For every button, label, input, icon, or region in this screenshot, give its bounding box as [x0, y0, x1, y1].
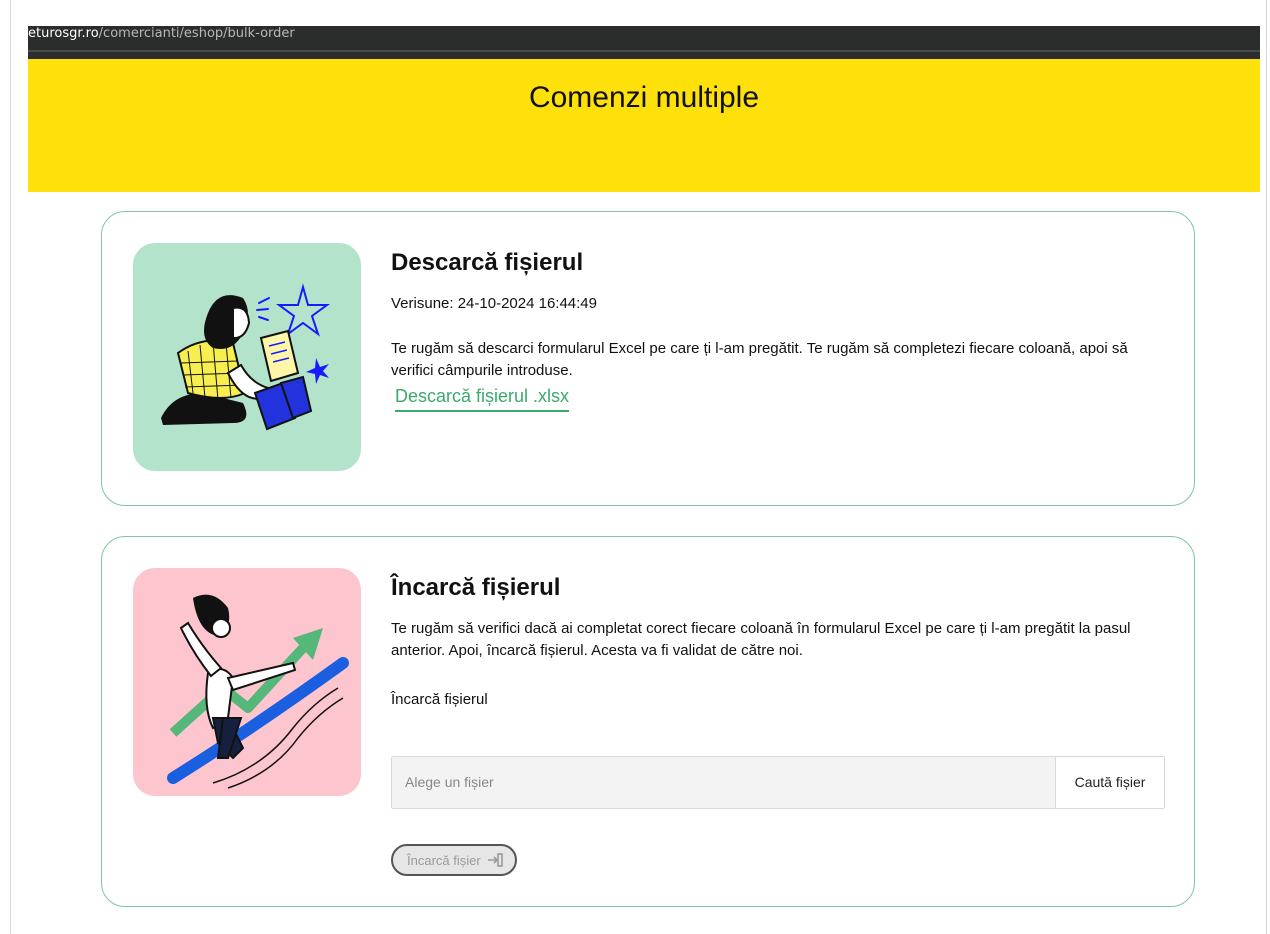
upload-field-label: Încarcă fișierul [391, 691, 488, 708]
version-text: Verisune: 24-10-2024 16:44:49 [391, 295, 597, 312]
window-edge-left [10, 0, 11, 934]
upload-arrow-icon [487, 853, 503, 867]
woman-surfing-chart-icon [167, 594, 349, 789]
download-description: Te rugăm să descarci formularul Excel pe… [391, 340, 1128, 379]
download-title: Descarcă fișierul [391, 249, 584, 276]
download-xlsx-link[interactable]: Descarcă fișierul .xlsx [395, 386, 570, 412]
download-card: Descarcă fișierul Verisune: 24-10-2024 1… [101, 211, 1195, 506]
upload-illustration [133, 568, 361, 796]
url-text[interactable]: eturosgr.ro/comercianti/eshop/bulk-order [28, 26, 295, 42]
upload-title: Încarcă fișierul [391, 574, 561, 601]
browse-file-button[interactable]: Caută fișier [1055, 756, 1165, 809]
page-title: Comenzi multiple [528, 81, 760, 114]
file-picker[interactable]: Alege un fișier Caută fișier [391, 756, 1165, 809]
upload-button-label: Încarcă fișier [407, 852, 481, 868]
file-name-input[interactable]: Alege un fișier [391, 756, 1055, 809]
upload-content: Încarcă fișierul Te rugăm să verifici da… [391, 574, 1165, 894]
window-edge-right [1266, 0, 1267, 934]
download-content: Descarcă fișierul Verisune: 24-10-2024 1… [391, 249, 1164, 412]
upload-card: Încarcă fișierul Te rugăm să verifici da… [101, 536, 1195, 907]
download-illustration [133, 243, 361, 471]
page-banner: Comenzi multiple [28, 59, 1260, 192]
upload-description: Te rugăm să verifici dacă ai completat c… [391, 620, 1131, 659]
woman-reading-document-icon [161, 283, 331, 431]
upload-file-button[interactable]: Încarcă fișier [391, 844, 517, 876]
address-bar-divider [28, 50, 1260, 52]
browser-address-bar[interactable]: eturosgr.ro/comercianti/eshop/bulk-order [28, 26, 1260, 59]
